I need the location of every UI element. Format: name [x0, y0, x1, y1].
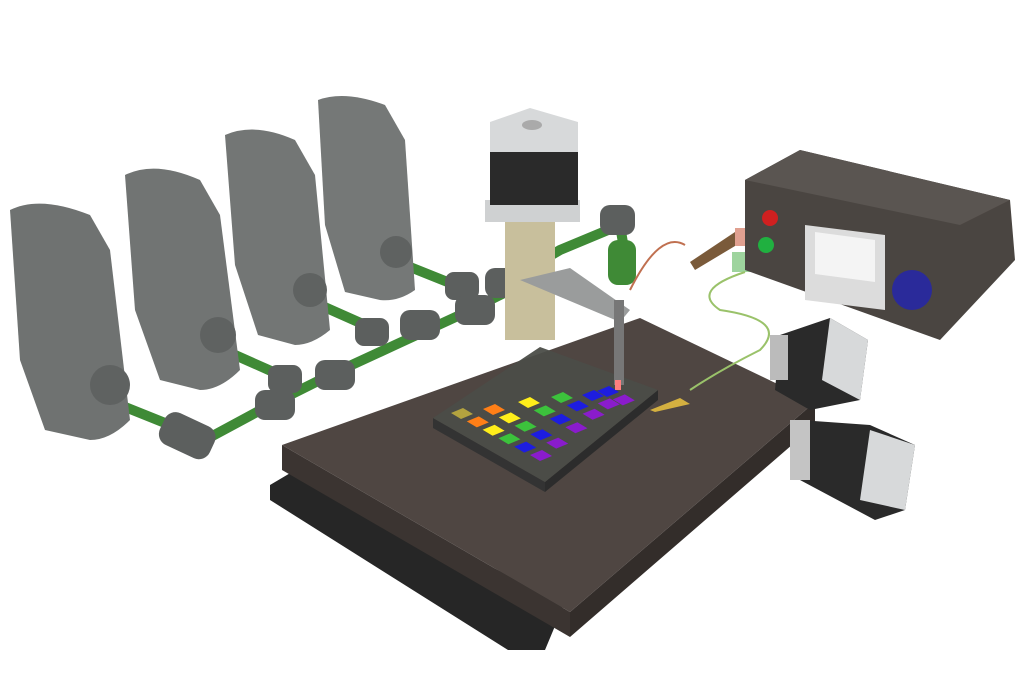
pump-3	[225, 129, 330, 345]
power-supply	[745, 150, 1015, 340]
apparatus-illustration	[10, 96, 1015, 650]
z-axis-column	[485, 108, 580, 340]
peristaltic-pumps	[10, 96, 415, 440]
stepper-motor-y	[790, 420, 915, 520]
pump-1	[10, 203, 130, 440]
pump-2	[125, 168, 240, 390]
pump-4	[318, 96, 415, 301]
device-render	[0, 0, 1024, 683]
